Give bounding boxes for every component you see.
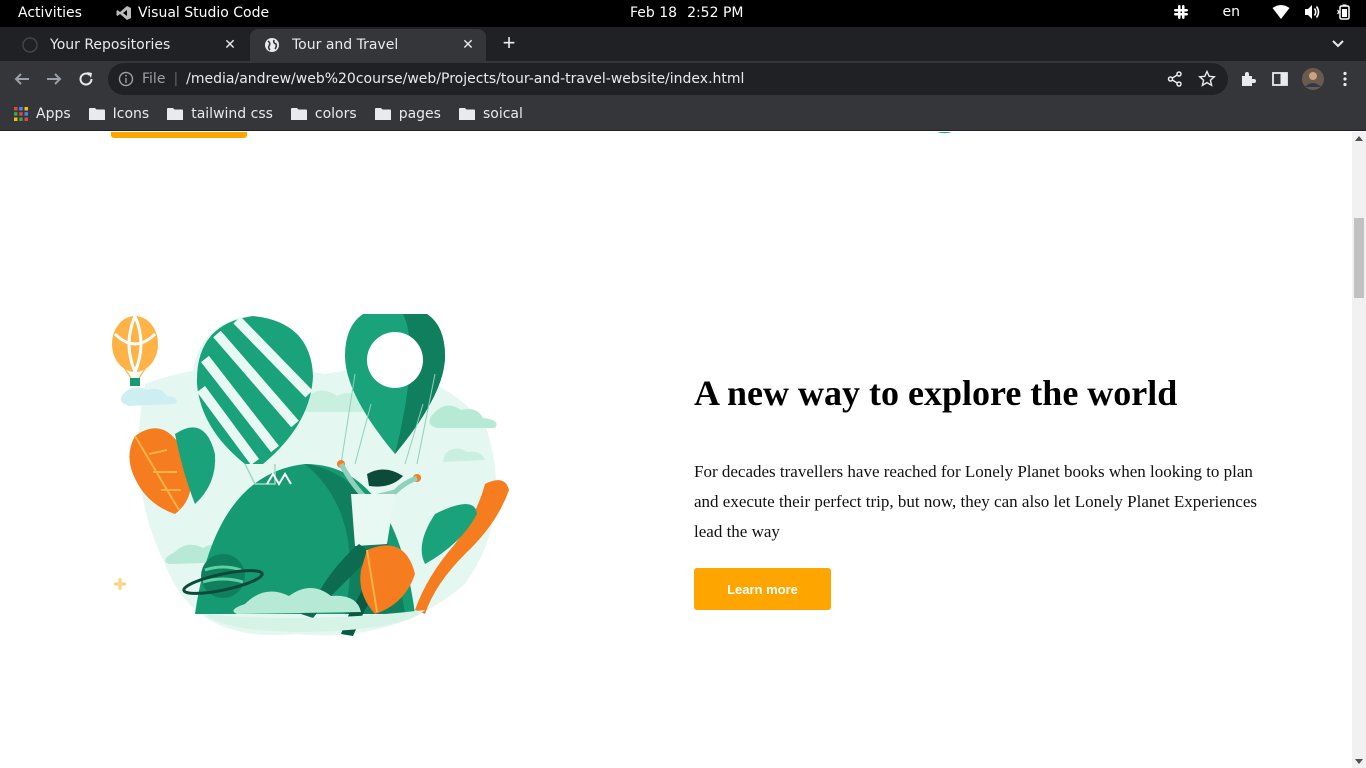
tab-title: Tour and Travel bbox=[292, 37, 399, 53]
browser-toolbar: File | /media/andrew/web%20course/web/Pr… bbox=[0, 61, 1366, 97]
scheme-separator: | bbox=[173, 71, 179, 87]
app-name: Visual Studio Code bbox=[138, 5, 270, 21]
language-indicator[interactable]: en bbox=[1223, 4, 1241, 20]
tab-strip: Your Repositories ✕ Tour and Travel ✕ + bbox=[0, 27, 1366, 61]
clock[interactable]: Feb 18 2:52 PM bbox=[630, 5, 743, 21]
bookmark-tailwind-css[interactable]: tailwind css bbox=[167, 100, 283, 128]
section-heading: A new way to explore the world bbox=[694, 373, 1178, 413]
learn-more-button[interactable]: Learn more bbox=[694, 568, 831, 610]
battery-icon bbox=[1337, 4, 1350, 20]
clock-time: 2:52 PM bbox=[687, 5, 744, 21]
close-tab-icon[interactable]: ✕ bbox=[460, 37, 476, 53]
reload-icon[interactable] bbox=[77, 70, 95, 88]
info-icon[interactable] bbox=[118, 71, 134, 87]
bookmarks-bar: Apps Icons tailwind css colors pages soi… bbox=[0, 97, 1366, 131]
scheme-label: File bbox=[142, 71, 166, 87]
volume-icon bbox=[1305, 5, 1320, 19]
previous-illustration-fragment bbox=[937, 132, 952, 134]
wifi-icon bbox=[1272, 5, 1290, 19]
tab-title: Your Repositories bbox=[50, 37, 171, 53]
page-viewport: A new way to explore the world For decad… bbox=[0, 132, 1352, 768]
bookmark-label: colors bbox=[314, 105, 357, 122]
url-text[interactable]: /media/andrew/web%20course/web/Projects/… bbox=[186, 71, 744, 87]
bookmark-soical[interactable]: soical bbox=[458, 100, 533, 128]
bookmark-label: soical bbox=[482, 105, 523, 122]
bookmark-icons[interactable]: Icons bbox=[88, 100, 160, 128]
clock-date: Feb 18 bbox=[630, 5, 678, 21]
folder-icon bbox=[374, 107, 391, 120]
system-top-bar: Activities Visual Studio Code Feb 18 2:52… bbox=[0, 0, 1366, 27]
scroll-up-arrow-icon[interactable] bbox=[1355, 136, 1363, 141]
forward-arrow-icon[interactable] bbox=[45, 70, 63, 88]
folder-icon bbox=[88, 107, 105, 120]
scrollbar-thumb[interactable] bbox=[1354, 218, 1364, 298]
bookmark-colors[interactable]: colors bbox=[290, 100, 367, 128]
extensions-icon[interactable] bbox=[1239, 70, 1257, 88]
bookmark-pages[interactable]: pages bbox=[374, 100, 451, 128]
page-scrollbar[interactable] bbox=[1352, 132, 1366, 768]
bookmark-label: Apps bbox=[36, 105, 71, 122]
folder-icon bbox=[458, 107, 475, 120]
folder-icon bbox=[167, 107, 184, 120]
previous-section-button[interactable] bbox=[111, 132, 247, 138]
activities-button[interactable]: Activities bbox=[18, 5, 82, 21]
back-arrow-icon[interactable] bbox=[13, 70, 31, 88]
vscode-icon bbox=[116, 6, 131, 20]
tab-tour-and-travel[interactable]: Tour and Travel ✕ bbox=[250, 29, 486, 61]
section-paragraph: For decades travellers have reached for … bbox=[694, 462, 1257, 541]
close-tab-icon[interactable]: ✕ bbox=[222, 37, 238, 53]
bookmark-label: Icons bbox=[112, 105, 150, 122]
system-tray[interactable]: en bbox=[1173, 4, 1353, 20]
tab-search-chevron-icon[interactable] bbox=[1330, 35, 1346, 51]
bookmark-label: tailwind css bbox=[191, 105, 273, 122]
slack-icon bbox=[1173, 5, 1188, 19]
bookmark-star-icon[interactable] bbox=[1198, 70, 1216, 88]
tab-your-repositories[interactable]: Your Repositories ✕ bbox=[8, 29, 248, 61]
omnibox-actions bbox=[1166, 70, 1216, 88]
bookmark-apps[interactable]: Apps bbox=[14, 100, 81, 128]
menu-kebab-icon[interactable] bbox=[1336, 70, 1354, 88]
profile-avatar[interactable] bbox=[1302, 68, 1324, 90]
share-icon[interactable] bbox=[1166, 70, 1184, 88]
app-menu[interactable]: Visual Studio Code bbox=[116, 5, 269, 21]
apps-grid-icon bbox=[14, 106, 28, 121]
address-bar[interactable]: File | /media/andrew/web%20course/web/Pr… bbox=[108, 63, 1228, 95]
github-icon bbox=[22, 37, 38, 53]
globe-icon bbox=[265, 38, 279, 52]
bookmark-label: pages bbox=[398, 105, 441, 122]
folder-icon bbox=[290, 107, 307, 120]
new-tab-button[interactable]: + bbox=[498, 32, 520, 54]
explore-illustration bbox=[112, 314, 509, 636]
scroll-down-arrow-icon[interactable] bbox=[1355, 759, 1363, 764]
side-panel-icon[interactable] bbox=[1271, 70, 1289, 88]
